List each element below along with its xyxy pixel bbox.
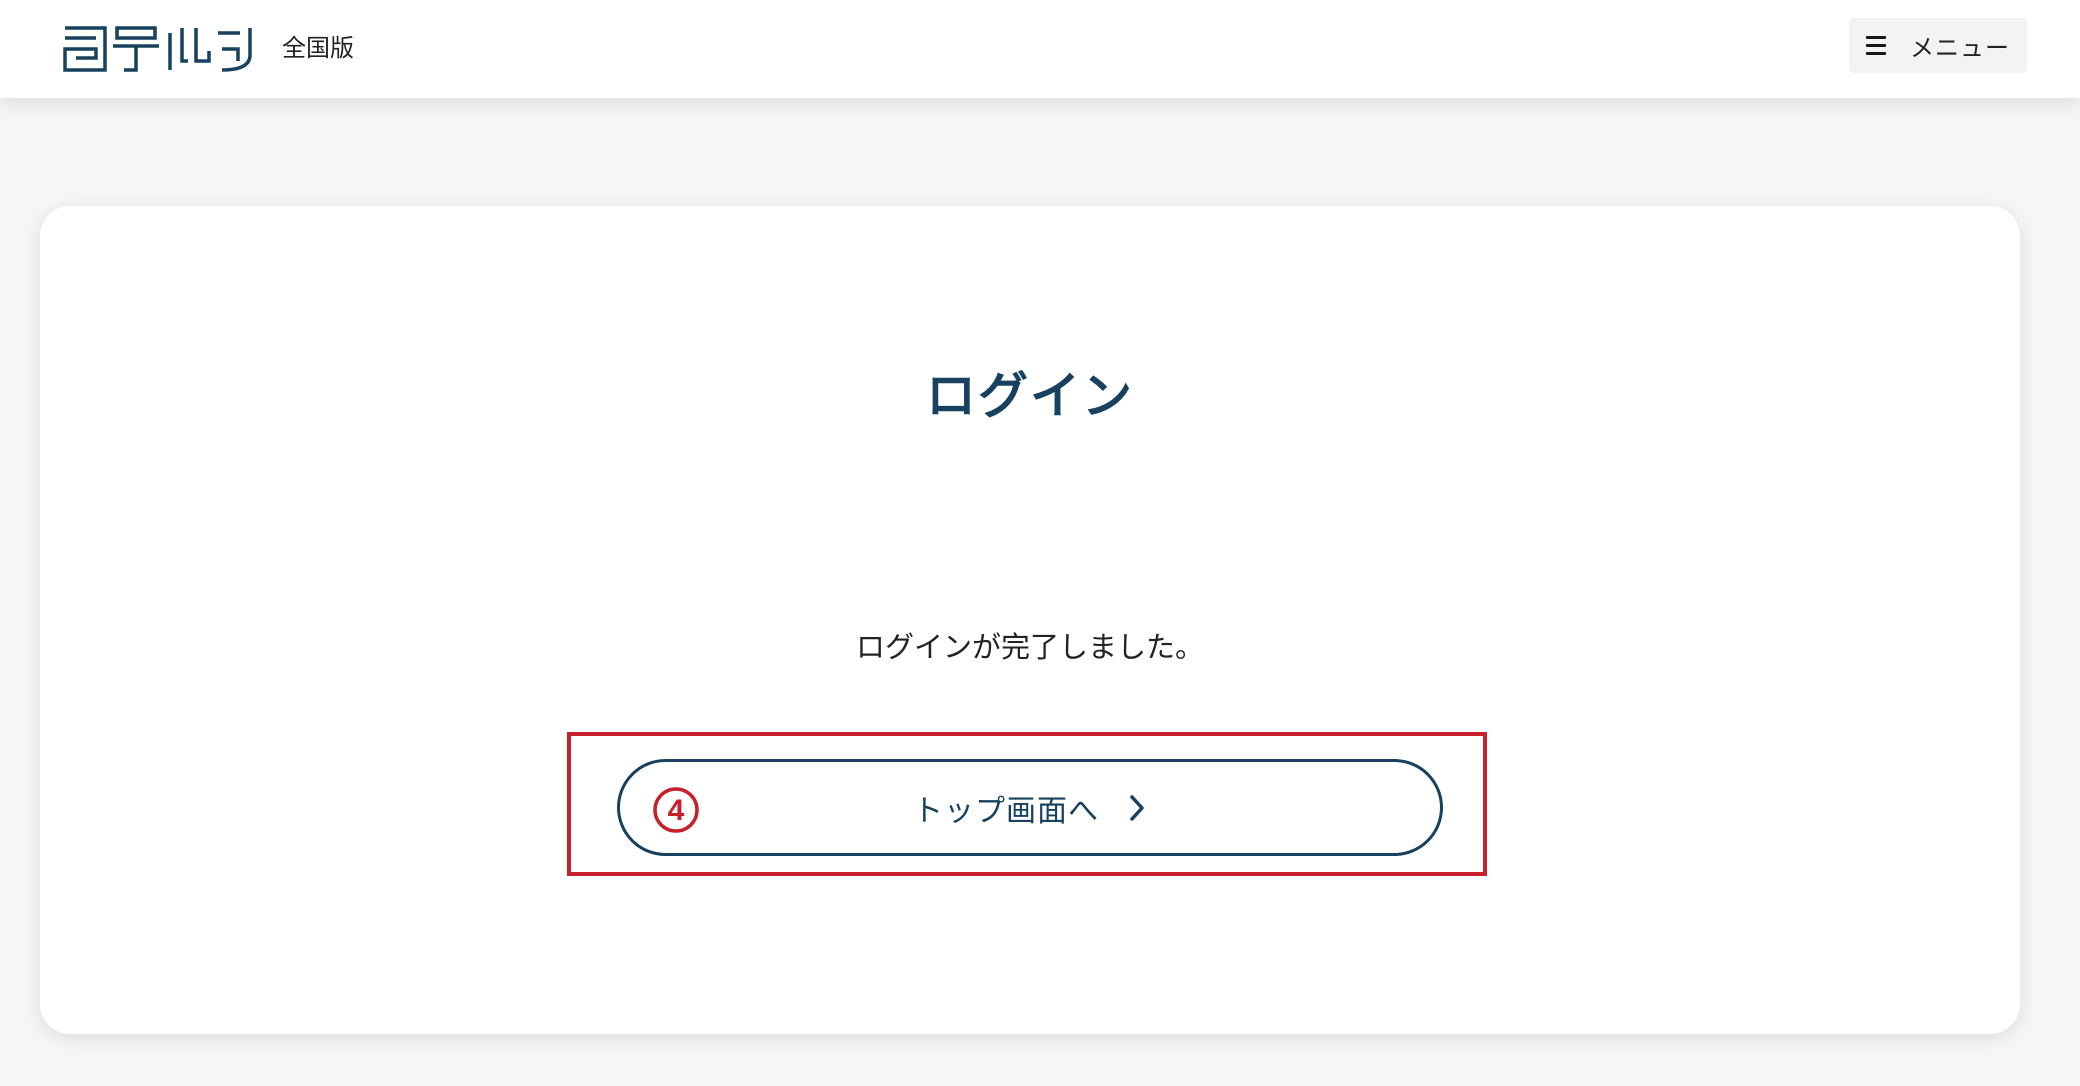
go-to-top-label: トップ画面へ	[913, 793, 1099, 829]
page-title: ログイン	[926, 367, 1134, 425]
step-number-badge: 4	[653, 787, 699, 833]
go-to-top-button[interactable]: トップ画面へ	[617, 759, 1443, 856]
site-header: 全国版 メニュー	[0, 0, 2080, 98]
login-card: ログイン ログインが完了しました。 トップ画面へ 4	[40, 206, 2020, 1034]
edition-label: 全国版	[282, 34, 354, 62]
step-number-text: 4	[668, 794, 685, 827]
menu-button[interactable]: メニュー	[1849, 18, 2027, 73]
login-complete-message: ログインが完了しました。	[855, 630, 1204, 664]
menu-label: メニュー	[1910, 34, 2010, 62]
chevron-right-icon	[1130, 794, 1144, 821]
hamburger-icon	[1866, 36, 1886, 55]
site-logo[interactable]	[62, 25, 256, 73]
